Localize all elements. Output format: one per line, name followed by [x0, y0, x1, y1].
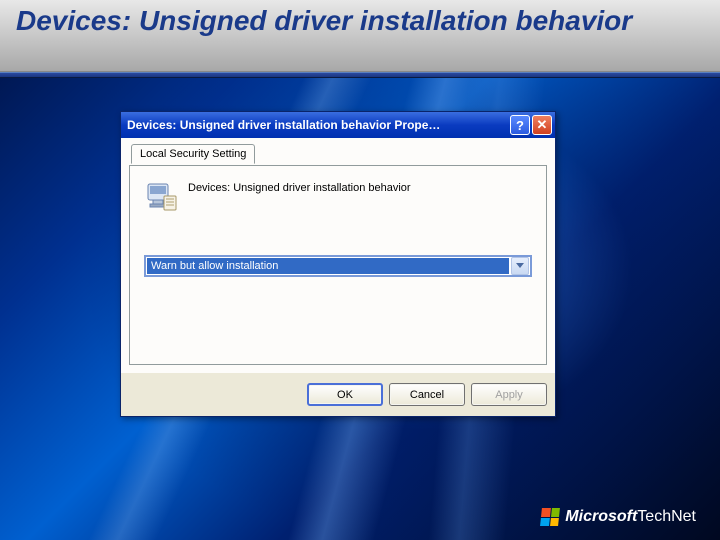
dropdown-arrow-button[interactable]	[511, 257, 529, 275]
microsoft-flag-icon	[540, 508, 560, 526]
footer-product: TechNet	[637, 508, 696, 525]
help-button[interactable]: ?	[510, 115, 530, 135]
dialog-button-row: OK Cancel Apply	[121, 373, 555, 416]
tab-panel: Devices: Unsigned driver installation be…	[129, 165, 547, 365]
tab-strip: Local Security Setting	[129, 144, 547, 166]
slide-title: Devices: Unsigned driver installation be…	[16, 6, 632, 37]
chevron-down-icon	[516, 263, 524, 269]
policy-icon	[144, 180, 178, 219]
dialog-body: Local Security Setting Devices:	[121, 138, 555, 373]
dropdown-selected-value: Warn but allow installation	[147, 258, 509, 274]
slide-top-rule	[0, 72, 720, 78]
policy-name-label: Devices: Unsigned driver installation be…	[188, 180, 411, 194]
dialog-title-text: Devices: Unsigned driver installation be…	[127, 118, 508, 132]
properties-dialog: Devices: Unsigned driver installation be…	[120, 111, 556, 417]
policy-value-dropdown[interactable]: Warn but allow installation	[144, 255, 532, 277]
close-button[interactable]: ✕	[532, 115, 552, 135]
close-icon: ✕	[537, 117, 548, 133]
cancel-button[interactable]: Cancel	[389, 383, 465, 406]
footer-brand: Microsoft	[565, 508, 637, 525]
ok-button[interactable]: OK	[307, 383, 383, 406]
apply-button[interactable]: Apply	[471, 383, 547, 406]
footer-logo: MicrosoftTechNet	[541, 508, 696, 526]
help-icon: ?	[516, 118, 524, 133]
tab-local-security-setting[interactable]: Local Security Setting	[131, 144, 255, 164]
dialog-titlebar[interactable]: Devices: Unsigned driver installation be…	[121, 112, 555, 138]
policy-header-row: Devices: Unsigned driver installation be…	[144, 180, 532, 219]
